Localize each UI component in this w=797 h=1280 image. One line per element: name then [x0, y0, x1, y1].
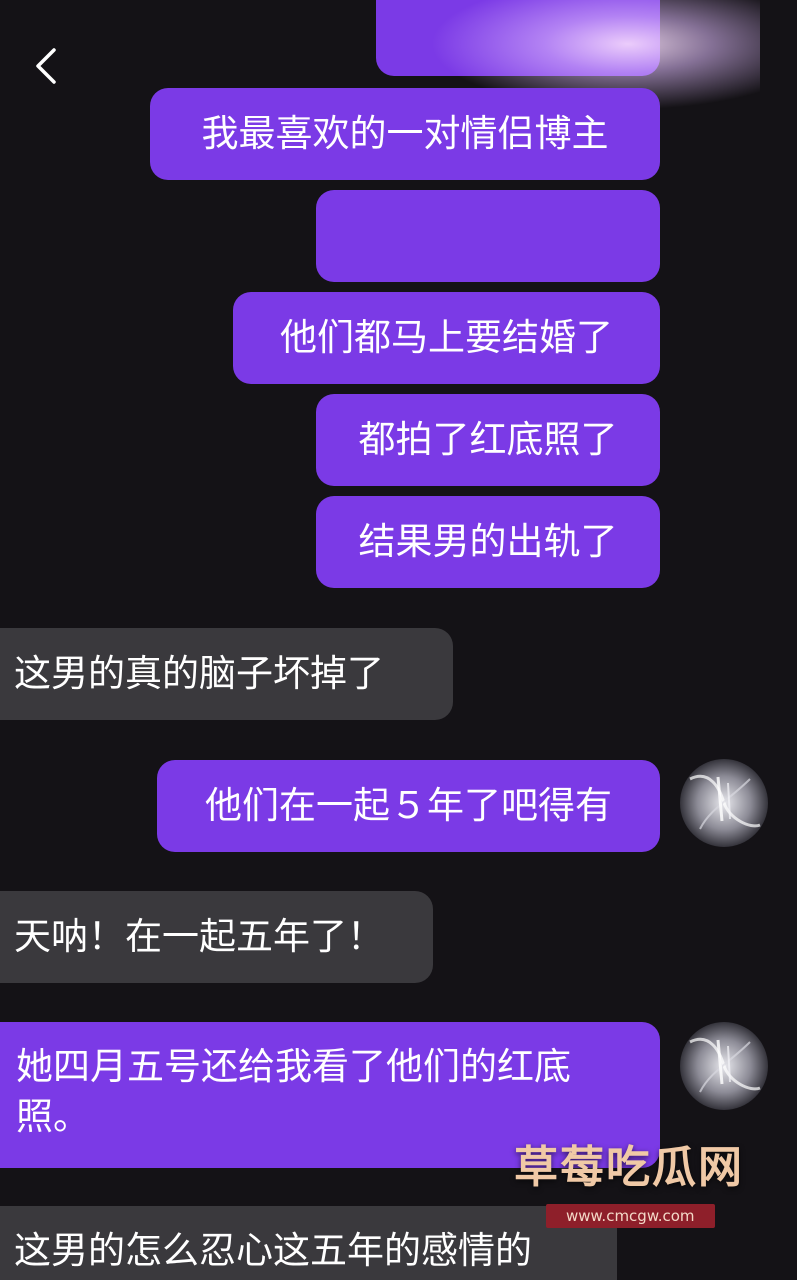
message-bubble-outgoing[interactable]: 他们在一起５年了吧得有 [157, 760, 660, 852]
avatar[interactable] [680, 1022, 768, 1110]
back-icon[interactable] [22, 42, 72, 92]
message-bubble-incoming[interactable]: 这男的真的脑子坏掉了 [0, 628, 453, 720]
watermark-url: www.cmcgw.com [546, 1204, 715, 1228]
message-bubble-blurred[interactable] [376, 0, 660, 76]
message-bubble-outgoing[interactable]: 他们都马上要结婚了 [233, 292, 660, 384]
message-bubble-outgoing[interactable]: 结果男的出轨了 [316, 496, 660, 588]
avatar-image-icon [680, 759, 768, 847]
watermark-title: 草莓吃瓜网 [514, 1142, 744, 1193]
avatar[interactable] [680, 759, 768, 847]
avatar-image-icon [680, 1022, 768, 1110]
message-bubble-outgoing[interactable]: 我最喜欢的一对情侣博主 [150, 88, 660, 180]
message-bubble-redacted[interactable] [316, 190, 660, 282]
message-bubble-incoming[interactable]: 这男的怎么忍心这五年的感情的 [0, 1206, 617, 1280]
chat-screen: 我最喜欢的一对情侣博主 他们都马上要结婚了 都拍了红底照了 结果男的出轨了 这男… [0, 0, 797, 1280]
message-bubble-outgoing[interactable]: 都拍了红底照了 [316, 394, 660, 486]
message-bubble-incoming[interactable]: 天呐！在一起五年了！ [0, 891, 433, 983]
